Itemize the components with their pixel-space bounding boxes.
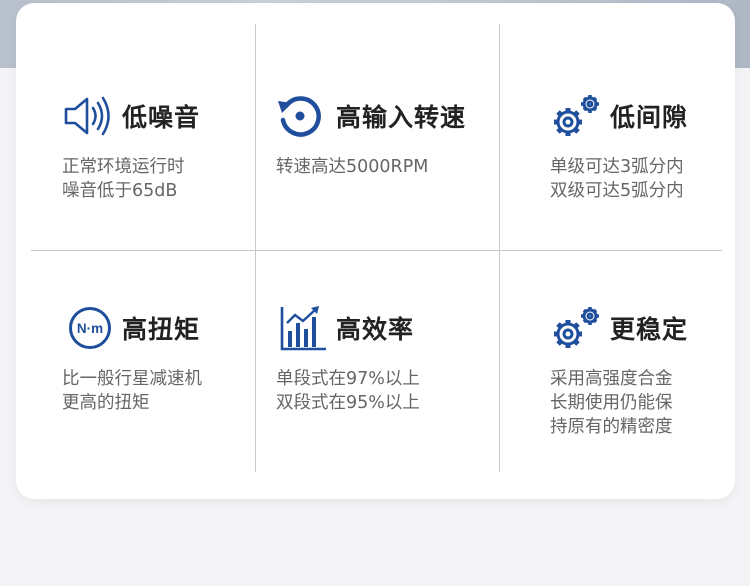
feature-title: 高输入转速 (336, 103, 467, 132)
feature-high-input-speed: 高输入转速 转速高达5000RPM (276, 93, 466, 179)
feature-desc-line: 单段式在97%以上 (276, 369, 420, 389)
bar-chart-icon (276, 305, 330, 351)
feature-desc-line: 正常环境运行时 (62, 157, 185, 177)
feature-desc-line: 持原有的精密度 (550, 417, 673, 437)
speaker-icon (62, 93, 116, 139)
feature-desc-line: 双段式在95%以上 (276, 393, 420, 413)
row-divider (31, 250, 722, 251)
feature-desc-line: 转速高达5000RPM (276, 157, 429, 177)
column-divider (499, 24, 500, 472)
feature-desc-line: 比一般行星减速机 (62, 369, 202, 389)
feature-desc-line: 单级可达3弧分内 (550, 157, 684, 177)
torque-icon: N·m (62, 305, 116, 351)
feature-low-noise: 低噪音 正常环境运行时 噪音低于65dB (62, 93, 200, 203)
torque-icon-label: N·m (77, 321, 103, 336)
rotate-icon (276, 93, 330, 139)
column-divider (255, 24, 256, 472)
feature-title: 高扭矩 (122, 315, 201, 344)
feature-title: 更稳定 (610, 315, 689, 344)
gears-icon (550, 93, 604, 139)
feature-desc-line: 噪音低于65dB (62, 181, 178, 201)
feature-high-efficiency: 高效率 单段式在97%以上 双段式在95%以上 (276, 305, 420, 415)
gears-icon (550, 305, 604, 351)
feature-title: 低噪音 (122, 103, 201, 132)
feature-desc-line: 采用高强度合金 (550, 369, 673, 389)
feature-desc-line: 更高的扭矩 (62, 393, 150, 413)
feature-more-stable: 更稳定 采用高强度合金 长期使用仍能保 持原有的精密度 (550, 305, 688, 439)
feature-desc-line: 长期使用仍能保 (550, 393, 673, 413)
feature-high-torque: N·m 高扭矩 比一般行星减速机 更高的扭矩 (62, 305, 202, 415)
feature-card: 低噪音 正常环境运行时 噪音低于65dB 高输入转速 转速高达5000RPM 低… (16, 3, 735, 499)
feature-low-backlash: 低间隙 单级可达3弧分内 双级可达5弧分内 (550, 93, 688, 203)
feature-title: 高效率 (336, 315, 415, 344)
feature-desc-line: 双级可达5弧分内 (550, 181, 684, 201)
feature-title: 低间隙 (610, 103, 689, 132)
